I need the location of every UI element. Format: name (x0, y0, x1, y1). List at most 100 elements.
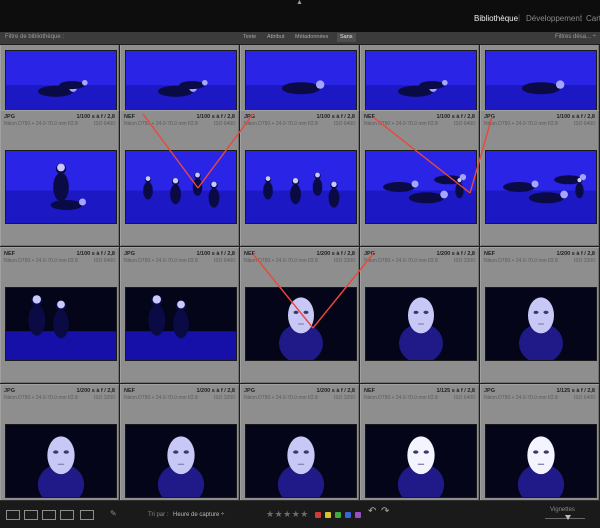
thumbnail-cell[interactable]: JPG 1/100 s à f / 2,8 Nikon D750 + 24.0-70… (120, 247, 239, 383)
thumbnail-cell[interactable]: JPG 1/100 s à f / 2,8 Nikon D750 + 24.0-70… (0, 110, 119, 246)
painter-icon[interactable]: ✎ (110, 509, 117, 518)
iso-label: ISO 6400 (453, 395, 475, 401)
library-filter-bar: Filtre de bibliothèque : Texte Attribut … (0, 32, 600, 45)
thumbnail-size-label: Vignettes (550, 507, 575, 513)
file-format-label: JPG (244, 388, 256, 394)
exposure-label: 1/100 s à f / 2,8 (196, 114, 235, 120)
file-format-label: JPG (4, 388, 16, 394)
filter-tab-attribut[interactable]: Attribut (264, 33, 287, 42)
photo-thumbnail[interactable] (124, 150, 237, 224)
thumbnail-cell[interactable]: JPG 1/200 s à f / 2,8 Nikon D750 + 24.0-70… (240, 384, 359, 500)
iso-label: ISO 3200 (573, 258, 595, 264)
file-format-label: NEF (244, 251, 255, 257)
file-format-label: JPG (484, 388, 496, 394)
photo-thumbnail[interactable] (484, 50, 597, 114)
photo-thumbnail[interactable] (484, 150, 597, 224)
photo-thumbnail[interactable] (124, 287, 237, 361)
filter-tab-sans[interactable]: Sans (337, 33, 356, 42)
camera-lens-label: Nikon D750 + 24.0-70.0 mm f/2.8 (484, 258, 558, 264)
exposure-label: 1/100 s à f / 2,8 (316, 114, 355, 120)
thumbnail-cell[interactable]: JPG 1/100 s à f / 2,8 Nikon D750 + 24.0-70… (480, 110, 599, 246)
exposure-label: 1/125 s à f / 2,8 (436, 388, 475, 394)
photo-thumbnail[interactable] (364, 150, 477, 224)
color-label-purple[interactable] (355, 512, 361, 518)
photo-thumbnail[interactable] (364, 50, 477, 114)
iso-label: ISO 6400 (573, 395, 595, 401)
iso-label: ISO 3200 (453, 258, 475, 264)
exposure-label: 1/100 s à f / 2,8 (76, 114, 115, 120)
thumbnail-size-slider-handle[interactable] (565, 515, 571, 520)
sort-order-dropdown[interactable]: Heure de capture ÷ (173, 512, 224, 518)
thumbnail-cell[interactable]: JPG 1/200 s à f / 2,8 Nikon D750 + 24.0-70… (360, 247, 479, 383)
exposure-label: 1/200 s à f / 2,8 (436, 251, 475, 257)
thumbnail-cell[interactable] (360, 45, 479, 114)
exposure-label: 1/100 s à f / 2,8 (76, 251, 115, 257)
thumbnail-cell[interactable] (240, 45, 359, 114)
star-rating-filter[interactable]: ★★★★★ (266, 509, 309, 520)
camera-lens-label: Nikon D750 + 24.0-70.0 mm f/2.8 (364, 258, 438, 264)
file-format-label: JPG (244, 114, 256, 120)
collapse-top-panel-icon[interactable]: ▲ (296, 0, 303, 6)
file-format-label: NEF (4, 251, 15, 257)
exposure-label: 1/200 s à f / 2,8 (316, 388, 355, 394)
module-separator: | (518, 13, 521, 22)
thumbnail-cell[interactable]: JPG 1/100 s à f / 2,8 Nikon D750 + 24.0-70… (240, 110, 359, 246)
photo-thumbnail[interactable] (244, 287, 357, 361)
thumbnail-cell[interactable]: JPG 1/125 s à f / 2,8 Nikon D750 + 24.0-70… (480, 384, 599, 500)
thumbnail-cell[interactable] (120, 45, 239, 114)
file-format-label: JPG (124, 251, 136, 257)
thumbnail-cell[interactable] (0, 45, 119, 114)
survey-view-icon[interactable] (60, 510, 74, 520)
photo-thumbnail[interactable] (484, 287, 597, 361)
filter-tab-texte[interactable]: Texte (240, 33, 259, 42)
photo-thumbnail[interactable] (124, 50, 237, 114)
photo-thumbnail[interactable] (4, 287, 117, 361)
exposure-label: 1/125 s à f / 2,8 (556, 388, 595, 394)
camera-lens-label: Nikon D750 + 24.0-70.0 mm f/2.8 (244, 395, 318, 401)
rotate-left-icon[interactable]: ↶ (368, 506, 376, 517)
thumbnail-cell[interactable]: NEF 1/100 s à f / 2,8 Nikon D750 + 24.0-70… (120, 110, 239, 246)
photo-thumbnail[interactable] (244, 50, 357, 114)
thumbnail-cell[interactable]: NEF 1/200 s à f / 2,8 Nikon D750 + 24.0-70… (120, 384, 239, 500)
photo-thumbnail[interactable] (484, 424, 597, 498)
filter-tab-metadonnees[interactable]: Métadonnées (292, 33, 331, 42)
filter-presets-dropdown[interactable]: Filtres désa... ÷ (555, 34, 596, 40)
camera-lens-label: Nikon D750 + 24.0-70.0 mm f/2.8 (244, 121, 318, 127)
thumbnail-cell[interactable]: NEF 1/200 s à f / 2,8 Nikon D750 + 24.0-70… (240, 247, 359, 383)
photo-thumbnail[interactable] (124, 424, 237, 498)
thumbnail-cell[interactable]: JPG 1/200 s à f / 2,8 Nikon D750 + 24.0-70… (0, 384, 119, 500)
thumbnail-cell[interactable]: NEF 1/100 s à f / 2,8 Nikon D750 + 24.0-70… (360, 110, 479, 246)
photo-thumbnail[interactable] (364, 424, 477, 498)
iso-label: ISO 6400 (213, 121, 235, 127)
people-view-icon[interactable] (80, 510, 94, 520)
thumbnail-cell[interactable]: NEF 1/200 s à f / 2,8 Nikon D750 + 24.0-70… (480, 247, 599, 383)
camera-lens-label: Nikon D750 + 24.0-70.0 mm f/2.8 (124, 121, 198, 127)
camera-lens-label: Nikon D750 + 24.0-70.0 mm f/2.8 (364, 121, 438, 127)
exposure-label: 1/200 s à f / 2,8 (196, 388, 235, 394)
photo-thumbnail[interactable] (364, 287, 477, 361)
photo-thumbnail[interactable] (244, 424, 357, 498)
thumbnail-cell[interactable]: NEF 1/125 s à f / 2,8 Nikon D750 + 24.0-70… (360, 384, 479, 500)
thumbnail-cell[interactable]: NEF 1/100 s à f / 2,8 Nikon D750 + 24.0-70… (0, 247, 119, 383)
module-bibliotheque[interactable]: Bibliothèque (474, 14, 518, 23)
grid-view-icon[interactable] (6, 510, 20, 520)
camera-lens-label: Nikon D750 + 24.0-70.0 mm f/2.8 (244, 258, 318, 264)
color-label-red[interactable] (315, 512, 321, 518)
camera-lens-label: Nikon D750 + 24.0-70.0 mm f/2.8 (484, 395, 558, 401)
camera-lens-label: Nikon D750 + 24.0-70.0 mm f/2.8 (4, 258, 78, 264)
photo-thumbnail[interactable] (4, 150, 117, 224)
color-label-green[interactable] (335, 512, 341, 518)
exposure-label: 1/200 s à f / 2,8 (316, 251, 355, 257)
thumbnail-cell[interactable] (480, 45, 599, 114)
photo-thumbnail[interactable] (244, 150, 357, 224)
photo-thumbnail[interactable] (4, 424, 117, 498)
photo-thumbnail[interactable] (4, 50, 117, 114)
rotate-right-icon[interactable]: ↷ (381, 506, 389, 517)
module-developpement[interactable]: Développement (526, 14, 582, 23)
module-cart[interactable]: Cart (586, 14, 600, 23)
compare-view-icon[interactable] (42, 510, 56, 520)
loupe-view-icon[interactable] (24, 510, 38, 520)
color-label-blue[interactable] (345, 512, 351, 518)
color-label-yellow[interactable] (325, 512, 331, 518)
iso-label: ISO 6400 (93, 258, 115, 264)
